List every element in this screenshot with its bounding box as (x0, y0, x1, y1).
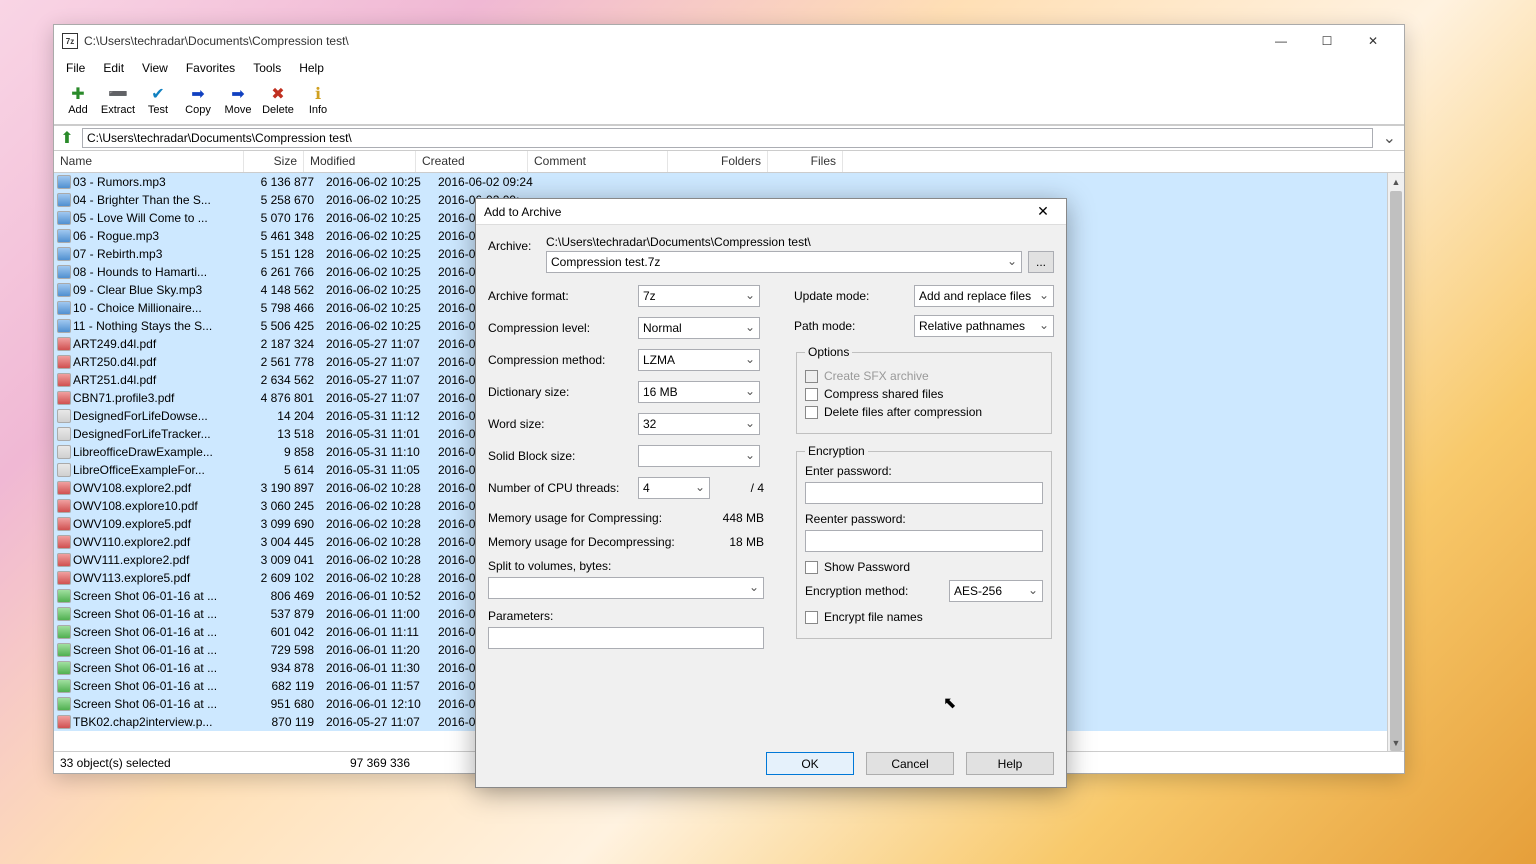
compression-method-label: Compression method: (488, 353, 638, 367)
encryption-method-label: Encryption method: (805, 584, 949, 598)
col-modified[interactable]: Modified (304, 151, 416, 172)
solid-block-combo[interactable] (638, 445, 760, 467)
tool-test[interactable]: ✔Test (138, 87, 178, 116)
compression-method-combo[interactable]: LZMA (638, 349, 760, 371)
column-headers: Name Size Modified Created Comment Folde… (54, 151, 1404, 173)
add-to-archive-dialog: Add to Archive ✕ Archive: C:\Users\techr… (475, 198, 1067, 788)
dialog-titlebar: Add to Archive ✕ (476, 199, 1066, 225)
scroll-down-icon[interactable]: ▼ (1388, 734, 1404, 751)
delete-after-checkbox[interactable]: Delete files after compression (805, 405, 1043, 419)
col-created[interactable]: Created (416, 151, 528, 172)
up-folder-icon[interactable]: ⬆ (58, 129, 76, 147)
options-group: Options Create SFX archive Compress shar… (796, 345, 1052, 434)
menu-edit[interactable]: Edit (95, 59, 132, 77)
cpu-threads-combo[interactable]: 4 (638, 477, 710, 499)
update-mode-combo[interactable]: Add and replace files (914, 285, 1054, 307)
encryption-group: Encryption Enter password: Reenter passw… (796, 444, 1052, 639)
browse-button[interactable]: ... (1028, 251, 1054, 273)
encrypt-filenames-checkbox[interactable]: Encrypt file names (805, 610, 1043, 624)
compression-level-combo[interactable]: Normal (638, 317, 760, 339)
dialog-title: Add to Archive (484, 205, 561, 219)
path-input[interactable] (82, 128, 1373, 148)
col-folders[interactable]: Folders (668, 151, 768, 172)
encryption-legend: Encryption (805, 444, 868, 458)
memory-compress-value: 448 MB (723, 511, 764, 525)
path-dropdown-icon[interactable]: ⌄ (1379, 128, 1400, 148)
parameters-label: Parameters: (488, 609, 764, 623)
dialog-close-icon[interactable]: ✕ (1028, 203, 1058, 220)
close-button[interactable]: ✕ (1350, 26, 1396, 56)
menu-favorites[interactable]: Favorites (178, 59, 243, 77)
reenter-password-input[interactable] (805, 530, 1043, 552)
path-mode-label: Path mode: (794, 319, 914, 333)
scroll-thumb[interactable] (1390, 191, 1402, 751)
solid-block-label: Solid Block size: (488, 449, 638, 463)
memory-decompress-label: Memory usage for Decompressing: (488, 535, 729, 549)
memory-decompress-value: 18 MB (729, 535, 764, 549)
path-mode-combo[interactable]: Relative pathnames (914, 315, 1054, 337)
enter-password-label: Enter password: (805, 464, 1043, 478)
cpu-max: / 4 (710, 481, 764, 495)
parameters-input[interactable] (488, 627, 764, 649)
dictionary-size-label: Dictionary size: (488, 385, 638, 399)
titlebar: 7z C:\Users\techradar\Documents\Compress… (54, 25, 1404, 57)
tool-copy[interactable]: ➡Copy (178, 87, 218, 116)
show-password-checkbox[interactable]: Show Password (805, 560, 1043, 574)
encryption-method-combo[interactable]: AES-256 (949, 580, 1043, 602)
menubar: FileEditViewFavoritesToolsHelp (54, 57, 1404, 79)
archive-label: Archive: (488, 235, 546, 253)
enter-password-input[interactable] (805, 482, 1043, 504)
pathbar: ⬆ ⌄ (54, 125, 1404, 151)
cancel-button[interactable]: Cancel (866, 752, 954, 775)
update-mode-label: Update mode: (794, 289, 914, 303)
col-size[interactable]: Size (244, 151, 304, 172)
ok-button[interactable]: OK (766, 752, 854, 775)
word-size-label: Word size: (488, 417, 638, 431)
scrollbar[interactable]: ▲ ▼ (1387, 173, 1404, 751)
cpu-threads-label: Number of CPU threads: (488, 481, 638, 495)
menu-view[interactable]: View (134, 59, 176, 77)
memory-compress-label: Memory usage for Compressing: (488, 511, 723, 525)
app-icon: 7z (62, 33, 78, 49)
archive-name-combo[interactable]: Compression test.7z (546, 251, 1022, 273)
dictionary-size-combo[interactable]: 16 MB (638, 381, 760, 403)
menu-file[interactable]: File (58, 59, 93, 77)
archive-format-label: Archive format: (488, 289, 638, 303)
menu-tools[interactable]: Tools (245, 59, 289, 77)
tool-add[interactable]: ✚Add (58, 87, 98, 116)
split-volumes-combo[interactable] (488, 577, 764, 599)
tool-delete[interactable]: ✖Delete (258, 87, 298, 116)
col-files[interactable]: Files (768, 151, 843, 172)
reenter-password-label: Reenter password: (805, 512, 1043, 526)
tool-move[interactable]: ➡Move (218, 87, 258, 116)
col-name[interactable]: Name (54, 151, 244, 172)
status-selection: 33 object(s) selected (60, 756, 260, 770)
shared-checkbox[interactable]: Compress shared files (805, 387, 1043, 401)
archive-path: C:\Users\techradar\Documents\Compression… (546, 235, 1054, 249)
archive-format-combo[interactable]: 7z (638, 285, 760, 307)
options-legend: Options (805, 345, 852, 359)
tool-extract[interactable]: ➖Extract (98, 87, 138, 116)
window-title: C:\Users\techradar\Documents\Compression… (84, 34, 349, 48)
tool-info[interactable]: ℹInfo (298, 87, 338, 116)
menu-help[interactable]: Help (291, 59, 332, 77)
col-comment[interactable]: Comment (528, 151, 668, 172)
maximize-button[interactable]: ☐ (1304, 26, 1350, 56)
status-total-size: 97 369 336 (320, 756, 410, 770)
toolbar: ✚Add➖Extract✔Test➡Copy➡Move✖DeleteℹInfo (54, 79, 1404, 125)
sfx-checkbox: Create SFX archive (805, 369, 1043, 383)
minimize-button[interactable]: — (1258, 26, 1304, 56)
split-volumes-label: Split to volumes, bytes: (488, 559, 764, 573)
table-row[interactable]: 03 - Rumors.mp36 136 8772016-06-02 10:25… (54, 173, 1404, 191)
scroll-up-icon[interactable]: ▲ (1388, 173, 1404, 190)
help-button[interactable]: Help (966, 752, 1054, 775)
compression-level-label: Compression level: (488, 321, 638, 335)
dialog-buttons: OK Cancel Help (476, 742, 1066, 787)
word-size-combo[interactable]: 32 (638, 413, 760, 435)
